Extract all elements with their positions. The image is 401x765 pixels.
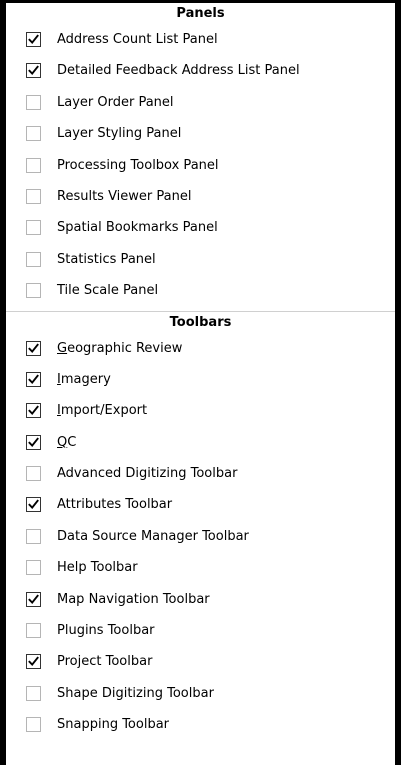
checkbox[interactable]	[26, 434, 41, 450]
checkbox[interactable]	[26, 717, 41, 733]
checkbox[interactable]	[26, 188, 41, 204]
menu-item-label: Detailed Feedback Address List Panel	[57, 63, 300, 79]
checkbox[interactable]	[26, 466, 41, 482]
checkbox[interactable]	[26, 94, 41, 110]
label-text: Data Source Manager Toolbar	[57, 528, 249, 544]
panels-item-layer-styling-panel[interactable]: Layer Styling Panel	[6, 119, 395, 150]
toolbars-item-help-toolbar[interactable]: Help Toolbar	[6, 553, 395, 584]
checkbox[interactable]	[26, 497, 41, 513]
toolbars-item-plugins-toolbar[interactable]: Plugins Toolbar	[6, 616, 395, 647]
menu-item-label: Plugins Toolbar	[57, 623, 155, 638]
checkbox[interactable]	[26, 32, 41, 47]
toolbars-item-map-navigation-toolbar[interactable]: Map Navigation Toolbar	[6, 585, 395, 616]
menu-item-label: Import/Export	[57, 403, 147, 418]
label-text: eographic Review	[67, 340, 183, 356]
menu-item-label: Data Source Manager Toolbar	[57, 529, 249, 544]
checkmark-icon	[28, 437, 39, 447]
panels-item-tile-scale-panel[interactable]: Tile Scale Panel	[6, 276, 395, 307]
menu-item-label: Help Toolbar	[57, 560, 138, 575]
checkmark-icon	[28, 656, 39, 667]
panels-item-layer-order-panel[interactable]: Layer Order Panel	[6, 88, 395, 119]
toolbars-item-import-export[interactable]: Import/Export	[6, 396, 395, 427]
checkmark-icon	[28, 405, 39, 416]
checkbox[interactable]	[26, 63, 41, 79]
label-text: Map Navigation Toolbar	[57, 591, 210, 607]
label-text: mport/Export	[60, 403, 148, 419]
view-panels-toolbars-menu: Panels Address Count List Panel Detailed …	[0, 0, 401, 765]
checkmark-icon	[28, 34, 39, 45]
toolbars-list: Geographic Review Imagery Import/Export QC A…	[6, 334, 395, 742]
checkbox[interactable]	[26, 220, 41, 236]
panels-item-address-count-list-panel[interactable]: Address Count List Panel	[6, 25, 395, 56]
checkmark-icon	[28, 342, 39, 353]
checkbox[interactable]	[26, 403, 41, 419]
checkbox[interactable]	[26, 654, 41, 670]
toolbars-item-attributes-toolbar[interactable]: Attributes Toolbar	[6, 490, 395, 521]
label-text: C	[67, 434, 77, 450]
menu-item-label: Results Viewer Panel	[57, 188, 192, 204]
toolbars-item-shape-digitizing-toolbar[interactable]: Shape Digitizing Toolbar	[6, 679, 395, 710]
checkmark-icon	[28, 499, 39, 510]
checkbox[interactable]	[26, 623, 41, 639]
menu-item-label: Tile Scale Panel	[57, 283, 159, 299]
toolbars-item-qc[interactable]: QC	[6, 428, 395, 459]
checkbox[interactable]	[26, 251, 41, 267]
label-text: Project Toolbar	[57, 654, 153, 670]
panels-section-header: Panels	[176, 6, 225, 21]
toolbars-item-imagery[interactable]: Imagery	[6, 365, 395, 396]
label-text: magery	[60, 371, 111, 387]
menu-item-label: Advanced Digitizing Toolbar	[57, 466, 237, 481]
menu-item-label: Shape Digitizing Toolbar	[57, 686, 214, 701]
menu-item-label: Processing Toolbox Panel	[57, 157, 219, 173]
menu-item-label: Layer Styling Panel	[57, 126, 182, 142]
menu-item-label: Layer Order Panel	[57, 94, 174, 110]
panels-item-processing-toolbox-panel[interactable]: Processing Toolbox Panel	[6, 151, 395, 182]
checkbox[interactable]	[26, 371, 41, 387]
checkbox[interactable]	[26, 591, 41, 607]
checkmark-icon	[28, 65, 39, 76]
label-text: Shape Digitizing Toolbar	[57, 685, 214, 701]
toolbars-item-data-source-manager-toolbar[interactable]: Data Source Manager Toolbar	[6, 522, 395, 553]
checkbox[interactable]	[26, 685, 41, 701]
checkbox[interactable]	[26, 283, 41, 299]
menu-item-label: Attributes Toolbar	[57, 497, 172, 512]
panels-item-statistics-panel[interactable]: Statistics Panel	[6, 245, 395, 276]
panels-item-detailed-feedback-address-list-panel[interactable]: Detailed Feedback Address List Panel	[6, 56, 395, 87]
panels-item-results-viewer-panel[interactable]: Results Viewer Panel	[6, 182, 395, 213]
menu-item-label: Spatial Bookmarks Panel	[57, 220, 218, 236]
toolbars-section-header: Toolbars	[169, 314, 232, 330]
menu-item-label: Map Navigation Toolbar	[57, 592, 210, 607]
mnemonic-char: G	[57, 340, 68, 356]
menu-item-label: Snapping Toolbar	[57, 717, 169, 732]
label-text: Snapping Toolbar	[57, 717, 170, 733]
checkbox[interactable]	[26, 560, 41, 576]
label-text: Help Toolbar	[57, 560, 138, 576]
menu-item-label: Project Toolbar	[57, 654, 152, 669]
checkbox[interactable]	[26, 157, 41, 173]
toolbars-item-advanced-digitizing-toolbar[interactable]: Advanced Digitizing Toolbar	[6, 459, 395, 490]
menu-item-label: Address Count List Panel	[57, 32, 218, 47]
toolbars-item-geographic-review[interactable]: Geographic Review	[6, 334, 395, 365]
label-text: Advanced Digitizing Toolbar	[57, 466, 238, 482]
checkbox[interactable]	[26, 528, 41, 544]
checkbox[interactable]	[26, 340, 41, 356]
menu-item-label: Imagery	[57, 372, 111, 387]
label-text: Attributes Toolbar	[57, 497, 173, 513]
checkmark-icon	[28, 374, 39, 384]
toolbars-item-snapping-toolbar[interactable]: Snapping Toolbar	[6, 710, 395, 741]
menu-item-label: Statistics Panel	[57, 251, 156, 267]
menu-item-label: QC	[57, 435, 76, 450]
checkmark-icon	[28, 594, 39, 604]
panels-list: Address Count List Panel Detailed Feedbac…	[6, 25, 395, 308]
mnemonic-char: Q	[57, 434, 68, 450]
toolbars-item-project-toolbar[interactable]: Project Toolbar	[6, 647, 395, 678]
menu-item-label: Geographic Review	[57, 341, 182, 356]
checkbox[interactable]	[26, 126, 41, 142]
panels-item-spatial-bookmarks-panel[interactable]: Spatial Bookmarks Panel	[6, 213, 395, 244]
label-text: Plugins Toolbar	[57, 623, 155, 639]
